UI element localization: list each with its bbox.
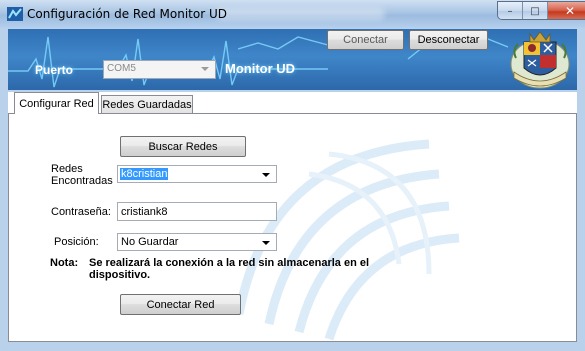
position-label: Posición:	[54, 236, 99, 248]
search-networks-button[interactable]: Buscar Redes	[120, 136, 246, 157]
port-select[interactable]: COM5	[103, 60, 216, 79]
tab-redes-guardadas[interactable]: Redes Guardadas	[101, 95, 193, 113]
port-label: Puerto	[35, 63, 74, 77]
app-icon	[7, 7, 23, 21]
header-banner: Puerto COM5 Monitor UD	[8, 29, 577, 90]
position-select-value: No Guardar	[121, 236, 179, 248]
note-label: Nota:	[50, 257, 79, 269]
password-label: Contraseña:	[51, 206, 111, 218]
chevron-down-icon	[262, 173, 270, 177]
university-crest-icon	[510, 31, 570, 89]
window-controls: – □ ✕	[497, 1, 585, 20]
tab-configurar-red[interactable]: Configurar Red	[14, 92, 99, 114]
networks-label: Redes Encontradas	[51, 163, 113, 187]
tab-strip: Configurar Red Redes Guardadas	[8, 92, 577, 114]
chevron-down-icon	[201, 67, 209, 71]
title-bar[interactable]: Configuración de Red Monitor UD – □ ✕	[0, 0, 585, 28]
note-text: Se realizará la conexión a la red sin al…	[89, 257, 370, 281]
connect-button[interactable]: Conectar	[327, 30, 404, 50]
wifi-watermark-decoration	[234, 139, 460, 341]
window-title: Configuración de Red Monitor UD	[27, 7, 227, 21]
app-window: Configuración de Red Monitor UD – □ ✕ Pu…	[0, 0, 585, 351]
connect-network-button[interactable]: Conectar Red	[120, 294, 241, 315]
password-field-value: cristiank8	[121, 206, 168, 218]
port-select-value: COM5	[107, 63, 136, 74]
close-button[interactable]: ✕	[548, 2, 585, 19]
app-name-label: Monitor UD	[225, 61, 296, 76]
chevron-down-icon	[262, 241, 270, 245]
disconnect-button[interactable]: Desconectar	[409, 30, 488, 50]
position-select[interactable]: No Guardar	[117, 233, 277, 251]
password-field[interactable]: cristiank8	[117, 202, 277, 221]
networks-select[interactable]: k8cristian	[117, 165, 277, 183]
pulse-line-decoration	[8, 34, 509, 88]
minimize-button[interactable]: –	[498, 2, 523, 19]
maximize-button[interactable]: □	[523, 2, 548, 19]
config-panel: Buscar Redes Redes Encontradas k8cristia…	[8, 113, 577, 342]
networks-select-value: k8cristian	[120, 168, 169, 180]
